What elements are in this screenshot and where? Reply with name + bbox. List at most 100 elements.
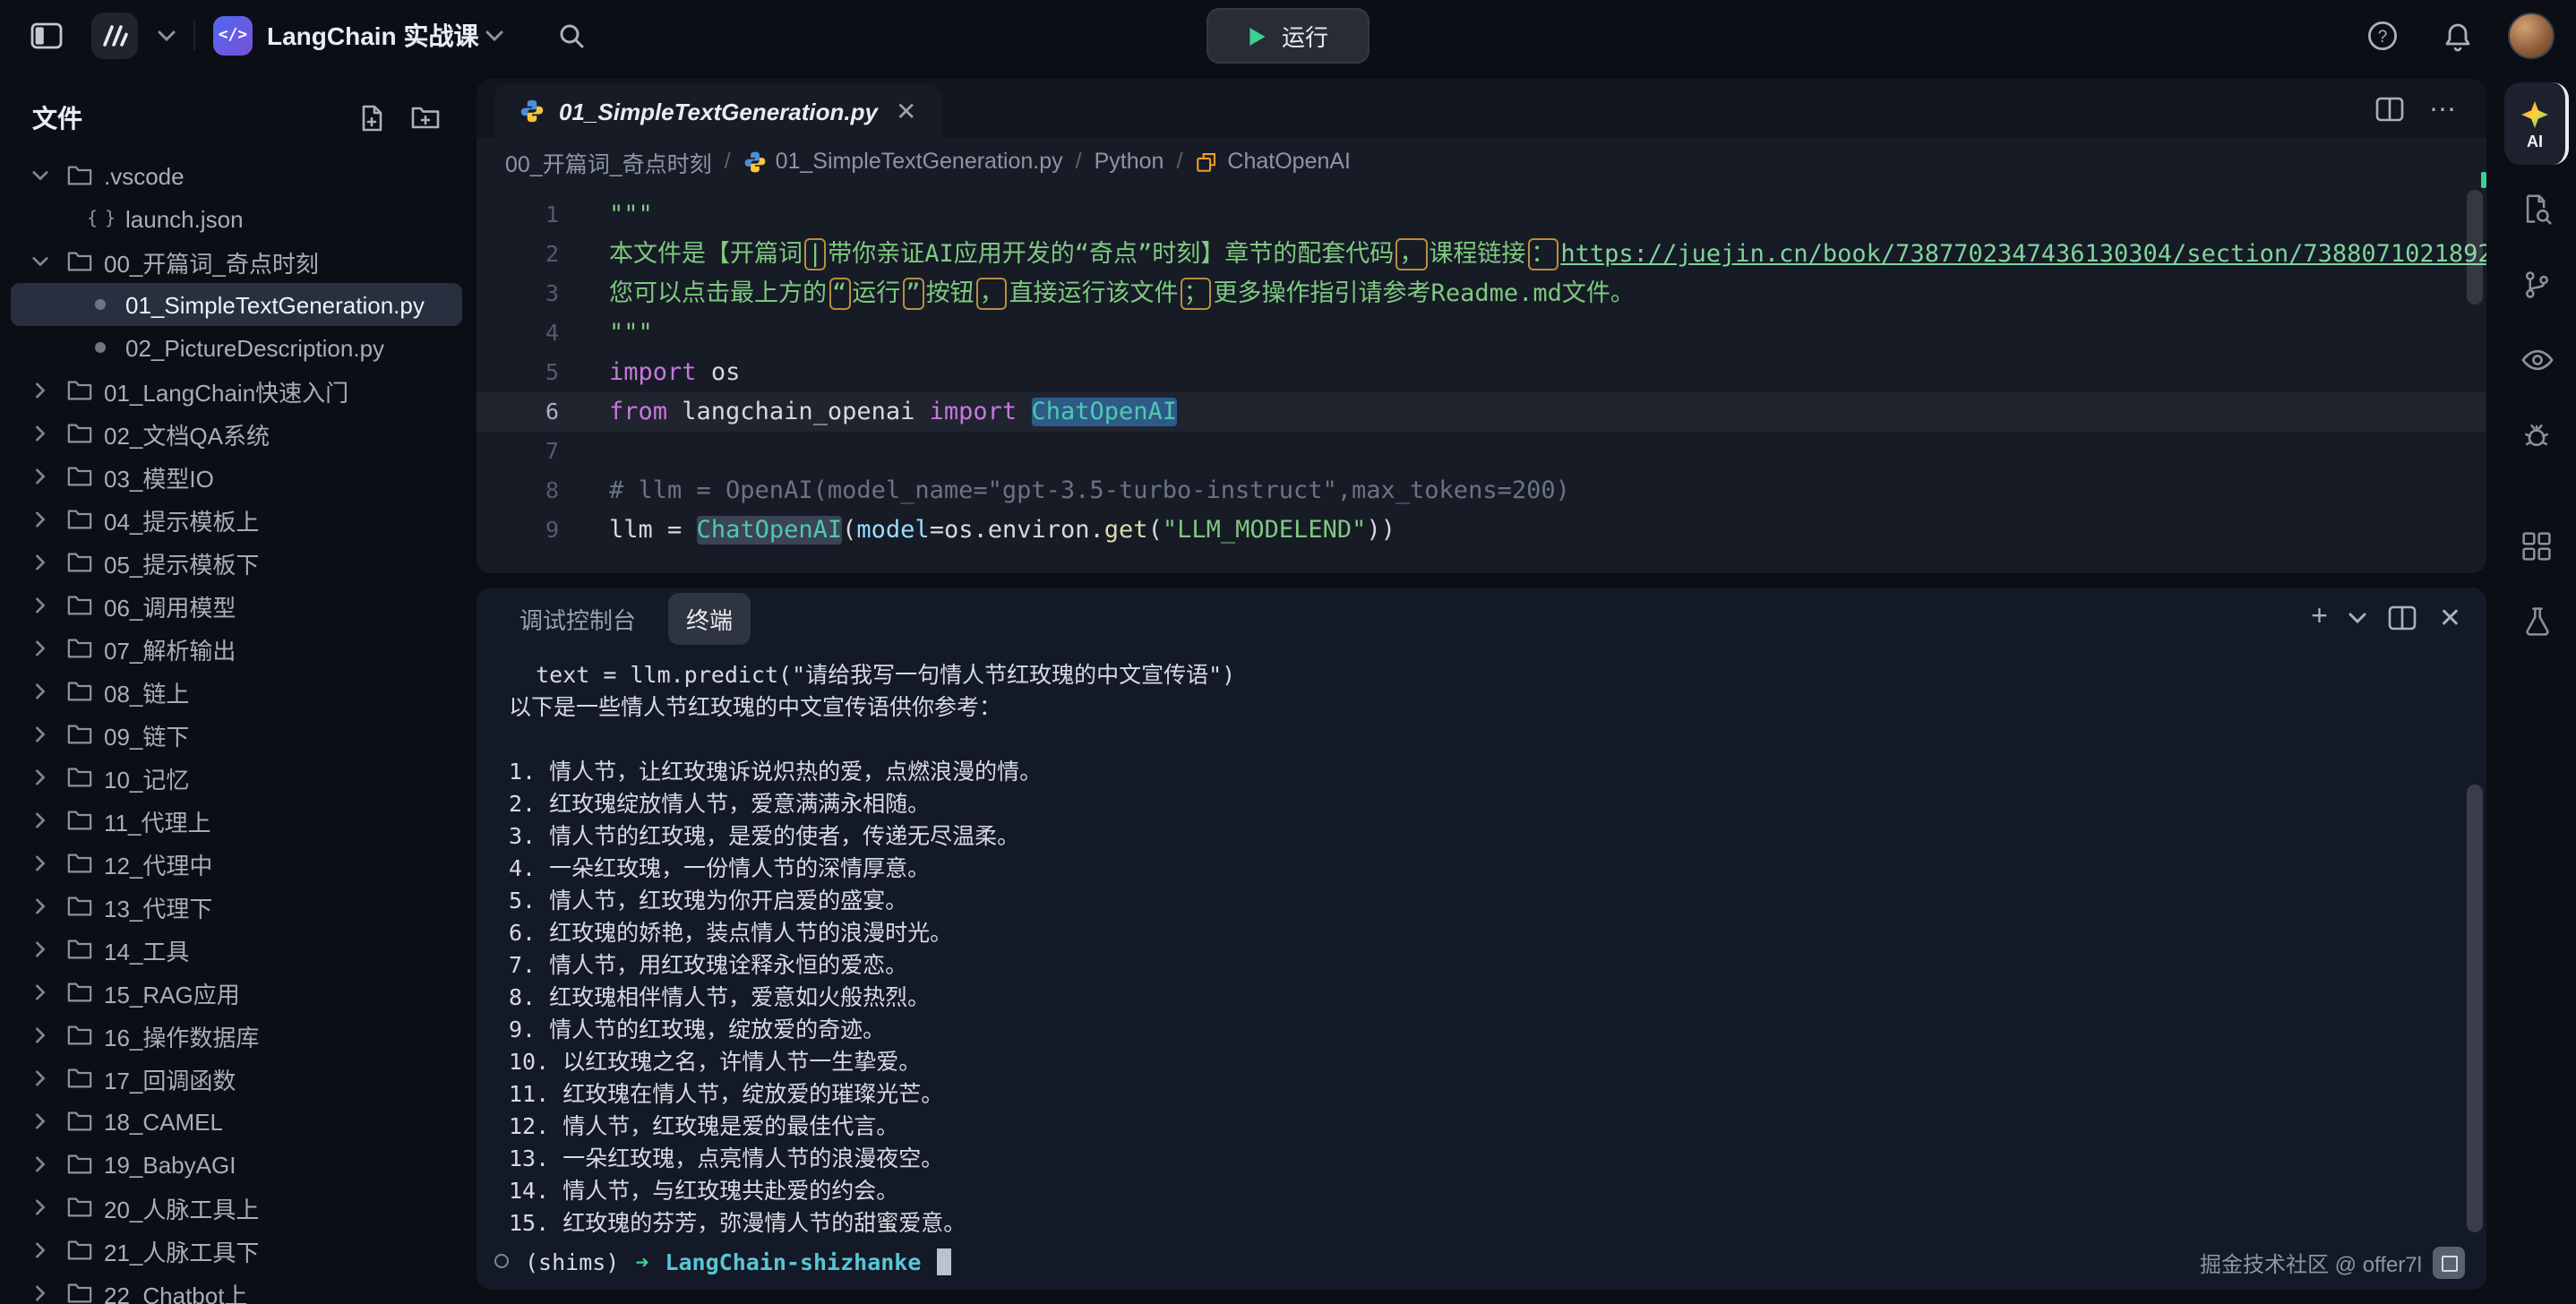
code-line[interactable]: 4""" — [477, 313, 2486, 353]
code-line[interactable]: 7 — [477, 432, 2486, 471]
chevron-icon — [25, 1159, 54, 1170]
tree-item[interactable]: 04_提示模板上 — [11, 498, 462, 541]
file-search-button[interactable] — [2506, 179, 2567, 240]
tree-item[interactable]: 01_SimpleTextGeneration.py — [11, 283, 462, 326]
logo-chevron-down-icon[interactable] — [158, 30, 176, 41]
user-avatar[interactable] — [2508, 13, 2555, 59]
tree-item[interactable]: 16_操作数据库 — [11, 1014, 462, 1057]
tree-item[interactable]: 05_提示模板下 — [11, 541, 462, 584]
breadcrumb-item[interactable]: ChatOpenAI — [1195, 149, 1351, 174]
chevron-icon — [25, 1202, 54, 1213]
toggle-sidebar-button[interactable] — [21, 11, 72, 61]
split-editor-icon[interactable] — [2375, 96, 2404, 121]
breadcrumb-item[interactable]: Python — [1095, 149, 1164, 174]
terminal-dropdown-chevron-icon[interactable] — [2349, 613, 2367, 623]
split-terminal-icon[interactable] — [2389, 605, 2417, 631]
code-line[interactable]: 3您可以点击最上方的“运行”按钮，直接运行该文件；更多操作指引请参考Readme… — [477, 274, 2486, 313]
tree-item[interactable]: 12_代理中 — [11, 842, 462, 885]
help-button[interactable]: ? — [2357, 11, 2408, 61]
tree-item-label: 06_调用模型 — [104, 588, 236, 622]
tree-item-label: 02_文档QA系统 — [104, 416, 270, 450]
editor-scrollbar[interactable] — [2467, 190, 2483, 305]
tree-item[interactable]: 19_BabyAGI — [11, 1143, 462, 1186]
tree-item[interactable]: 11_代理上 — [11, 799, 462, 842]
code-line[interactable]: 1""" — [477, 195, 2486, 235]
extensions-button[interactable] — [2506, 516, 2567, 577]
folder-icon — [64, 1109, 93, 1134]
tree-item[interactable]: 03_模型IO — [11, 455, 462, 498]
chevron-icon — [25, 385, 54, 396]
tree-item[interactable]: 14_工具 — [11, 928, 462, 971]
tree-item[interactable]: 02_文档QA系统 — [11, 412, 462, 455]
tree-item[interactable]: 00_开篇词_奇点时刻 — [11, 240, 462, 283]
new-terminal-button[interactable]: + — [2311, 604, 2328, 632]
tree-item[interactable]: 09_链下 — [11, 713, 462, 756]
folder-icon — [64, 1281, 93, 1304]
terminal-scrollbar[interactable] — [2467, 785, 2483, 1232]
tree-item[interactable]: 22_Chatbot上 — [11, 1272, 462, 1304]
tab-debug-console[interactable]: 调试控制台 — [502, 592, 654, 644]
terminal-output[interactable]: text = llm.predict("请给我写一句情人节红玫瑰的中文宣传语")… — [477, 648, 2486, 1290]
tree-item-label: 05_提示模板下 — [104, 545, 259, 579]
terminal-line — [509, 724, 2454, 756]
terminal-line: 6. 红玫瑰的娇艳，装点情人节的浪漫时光。 — [509, 917, 2454, 949]
ide-window: </> LangChain 实战课 运行 ? 文件 — [0, 0, 2576, 1304]
debug-button[interactable] — [2506, 405, 2567, 466]
tree-item[interactable]: 13_代理下 — [11, 885, 462, 928]
project-selector[interactable]: </> LangChain 实战课 — [213, 16, 503, 56]
app-logo-button[interactable] — [90, 11, 140, 61]
tree-item[interactable]: 20_人脉工具上 — [11, 1186, 462, 1229]
folder-icon — [64, 1195, 93, 1220]
bell-icon — [2443, 21, 2472, 51]
code-line[interactable]: 8# llm = OpenAI(model_name="gpt-3.5-turb… — [477, 471, 2486, 510]
tab-close-icon[interactable]: ✕ — [896, 99, 916, 124]
run-button[interactable]: 运行 — [1206, 8, 1370, 64]
folder-icon — [64, 851, 93, 876]
tree-item[interactable]: 10_记忆 — [11, 756, 462, 799]
breadcrumb-item[interactable]: 00_开篇词_奇点时刻 — [505, 144, 712, 178]
tree-item[interactable]: 02_PictureDescription.py — [11, 326, 462, 369]
source-control-button[interactable] — [2506, 254, 2567, 315]
overview-ruler-mark — [2481, 172, 2486, 188]
code-line[interactable]: 9llm = ChatOpenAI(model=os.environ.get("… — [477, 510, 2486, 550]
more-actions-icon[interactable]: ⋯ — [2429, 92, 2458, 124]
global-search-button[interactable] — [546, 11, 597, 61]
tree-item[interactable]: { }launch.json — [11, 197, 462, 240]
tab-terminal[interactable]: 终端 — [668, 592, 751, 644]
chevron-icon — [25, 901, 54, 912]
tree-item[interactable]: 08_链上 — [11, 670, 462, 713]
breadcrumb-item[interactable]: 01_SimpleTextGeneration.py — [743, 149, 1063, 174]
tree-item[interactable]: 06_调用模型 — [11, 584, 462, 627]
folder-icon — [64, 421, 93, 446]
preview-button[interactable] — [2506, 330, 2567, 390]
folder-icon — [64, 1152, 93, 1177]
new-folder-button[interactable] — [410, 104, 441, 131]
python-file-icon — [86, 299, 115, 310]
ai-assistant-button[interactable]: AI — [2504, 82, 2569, 165]
folder-icon — [64, 378, 93, 403]
tree-item[interactable]: 17_回调函数 — [11, 1057, 462, 1100]
close-panel-icon[interactable]: ✕ — [2439, 605, 2461, 631]
chevron-icon — [25, 1116, 54, 1127]
testing-button[interactable] — [2506, 591, 2567, 652]
tree-item[interactable]: 18_CAMEL — [11, 1100, 462, 1143]
terminal-line: 13. 一朵红玫瑰，点亮情人节的浪漫夜空。 — [509, 1143, 2454, 1175]
code-line[interactable]: 5import os — [477, 353, 2486, 392]
tree-item[interactable]: 07_解析输出 — [11, 627, 462, 670]
chevron-icon — [25, 1073, 54, 1084]
tree-item-label: 18_CAMEL — [104, 1108, 223, 1135]
editor-tab[interactable]: 01_SimpleTextGeneration.py ✕ — [494, 84, 941, 138]
terminal-prompt[interactable]: (shims) ➜ LangChain-shizhanke — [509, 1243, 2454, 1279]
tree-item[interactable]: 21_人脉工具下 — [11, 1229, 462, 1272]
chevron-icon — [25, 600, 54, 611]
tree-item[interactable]: 01_LangChain快速入门 — [11, 369, 462, 412]
python-icon — [519, 99, 545, 124]
tree-item[interactable]: 15_RAG应用 — [11, 971, 462, 1014]
new-file-button[interactable] — [358, 104, 385, 133]
code-area[interactable]: 1"""2本文件是【开篇词|带你亲证AI应用开发的“奇点”时刻】章节的配套代码，… — [477, 184, 2486, 573]
tree-item[interactable]: .vscode — [11, 154, 462, 197]
code-line[interactable]: 6from langchain_openai import ChatOpenAI — [477, 392, 2486, 432]
code-line[interactable]: 2本文件是【开篇词|带你亲证AI应用开发的“奇点”时刻】章节的配套代码，课程链接… — [477, 235, 2486, 274]
folder-icon — [64, 464, 93, 489]
notifications-button[interactable] — [2433, 11, 2483, 61]
